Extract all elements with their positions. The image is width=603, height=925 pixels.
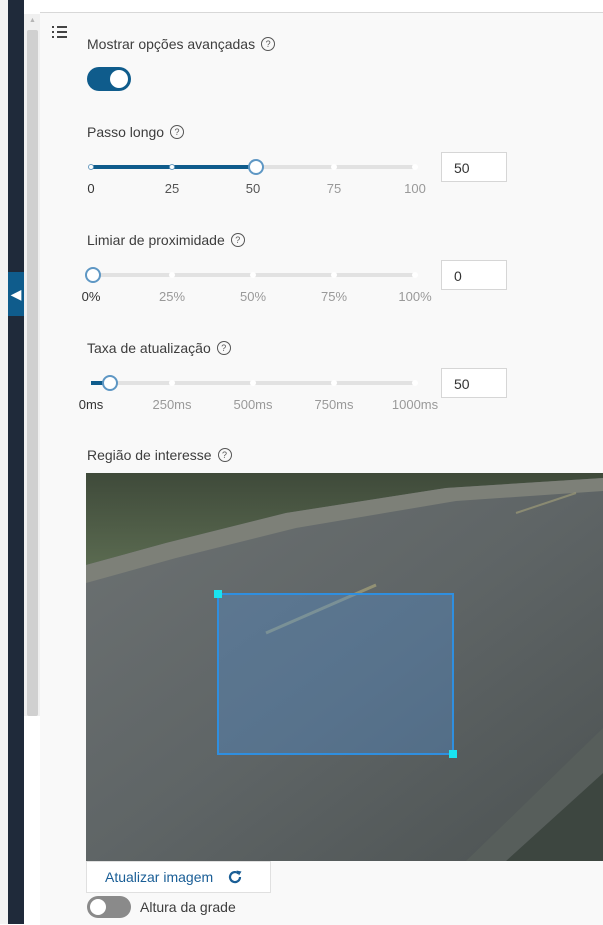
- proximity-threshold-input[interactable]: 0: [441, 260, 507, 290]
- slider-handle[interactable]: [102, 375, 118, 391]
- tick-label: 1000ms: [391, 397, 439, 412]
- tick-label: 0ms: [78, 397, 104, 412]
- tick-label: 50%: [239, 289, 267, 304]
- tick-label: 500ms: [233, 397, 273, 412]
- scrollbar-thumb[interactable]: [27, 30, 38, 716]
- help-icon[interactable]: ?: [230, 233, 245, 247]
- grid-height-label: Altura da grade: [140, 899, 236, 915]
- roi-camera-image[interactable]: [86, 473, 603, 861]
- tick-label: 0: [87, 181, 95, 196]
- advanced-options-toggle[interactable]: [87, 67, 131, 91]
- grid-height-toggle[interactable]: [87, 896, 131, 918]
- long-step-input[interactable]: 50: [441, 152, 507, 182]
- slider-handle[interactable]: [248, 159, 264, 175]
- long-step-label: Passo longo ?: [87, 124, 185, 140]
- advanced-options-label: Mostrar opções avançadas ?: [87, 36, 276, 52]
- help-icon[interactable]: ?: [216, 341, 231, 355]
- tick-label: 750ms: [314, 397, 354, 412]
- toggle-knob: [110, 70, 128, 88]
- roi-handle-bottom-right[interactable]: [449, 750, 457, 758]
- tick-label: 25%: [158, 289, 186, 304]
- scroll-up-arrow-icon[interactable]: ▲: [27, 14, 38, 28]
- left-rail: [0, 0, 8, 924]
- help-icon[interactable]: ?: [261, 37, 276, 51]
- help-icon[interactable]: ?: [170, 125, 185, 139]
- collapse-panel-button[interactable]: ◀: [8, 272, 24, 316]
- roi-label: Região de interesse ?: [87, 447, 232, 463]
- roi-handle-top-left[interactable]: [214, 590, 222, 598]
- update-rate-label: Taxa de atualização ?: [87, 340, 231, 356]
- slider-handle[interactable]: [85, 267, 101, 283]
- navigation-bar: [8, 0, 24, 924]
- update-rate-slider[interactable]: [91, 375, 418, 391]
- tick-label: 75: [326, 181, 342, 196]
- tick-label: 75%: [320, 289, 348, 304]
- refresh-image-button[interactable]: Atualizar imagem: [86, 861, 271, 893]
- roi-selection-box[interactable]: [217, 593, 454, 755]
- tick-label: 100: [404, 181, 426, 196]
- help-icon[interactable]: ?: [217, 448, 232, 462]
- road-image: [86, 473, 603, 861]
- update-rate-input[interactable]: 50: [441, 368, 507, 398]
- tick-label: 0%: [81, 289, 101, 304]
- chevron-left-icon: ◀: [10, 285, 22, 302]
- tick-label: 25: [164, 181, 180, 196]
- tick-label: 100%: [398, 289, 432, 304]
- tick-label: 50: [245, 181, 261, 196]
- list-icon[interactable]: [52, 24, 68, 40]
- long-step-slider[interactable]: [88, 159, 418, 175]
- toggle-knob: [90, 899, 106, 915]
- proximity-threshold-label: Limiar de proximidade ?: [87, 232, 245, 248]
- tick-label: 250ms: [152, 397, 192, 412]
- refresh-icon: [229, 870, 242, 884]
- proximity-threshold-slider[interactable]: [85, 267, 418, 283]
